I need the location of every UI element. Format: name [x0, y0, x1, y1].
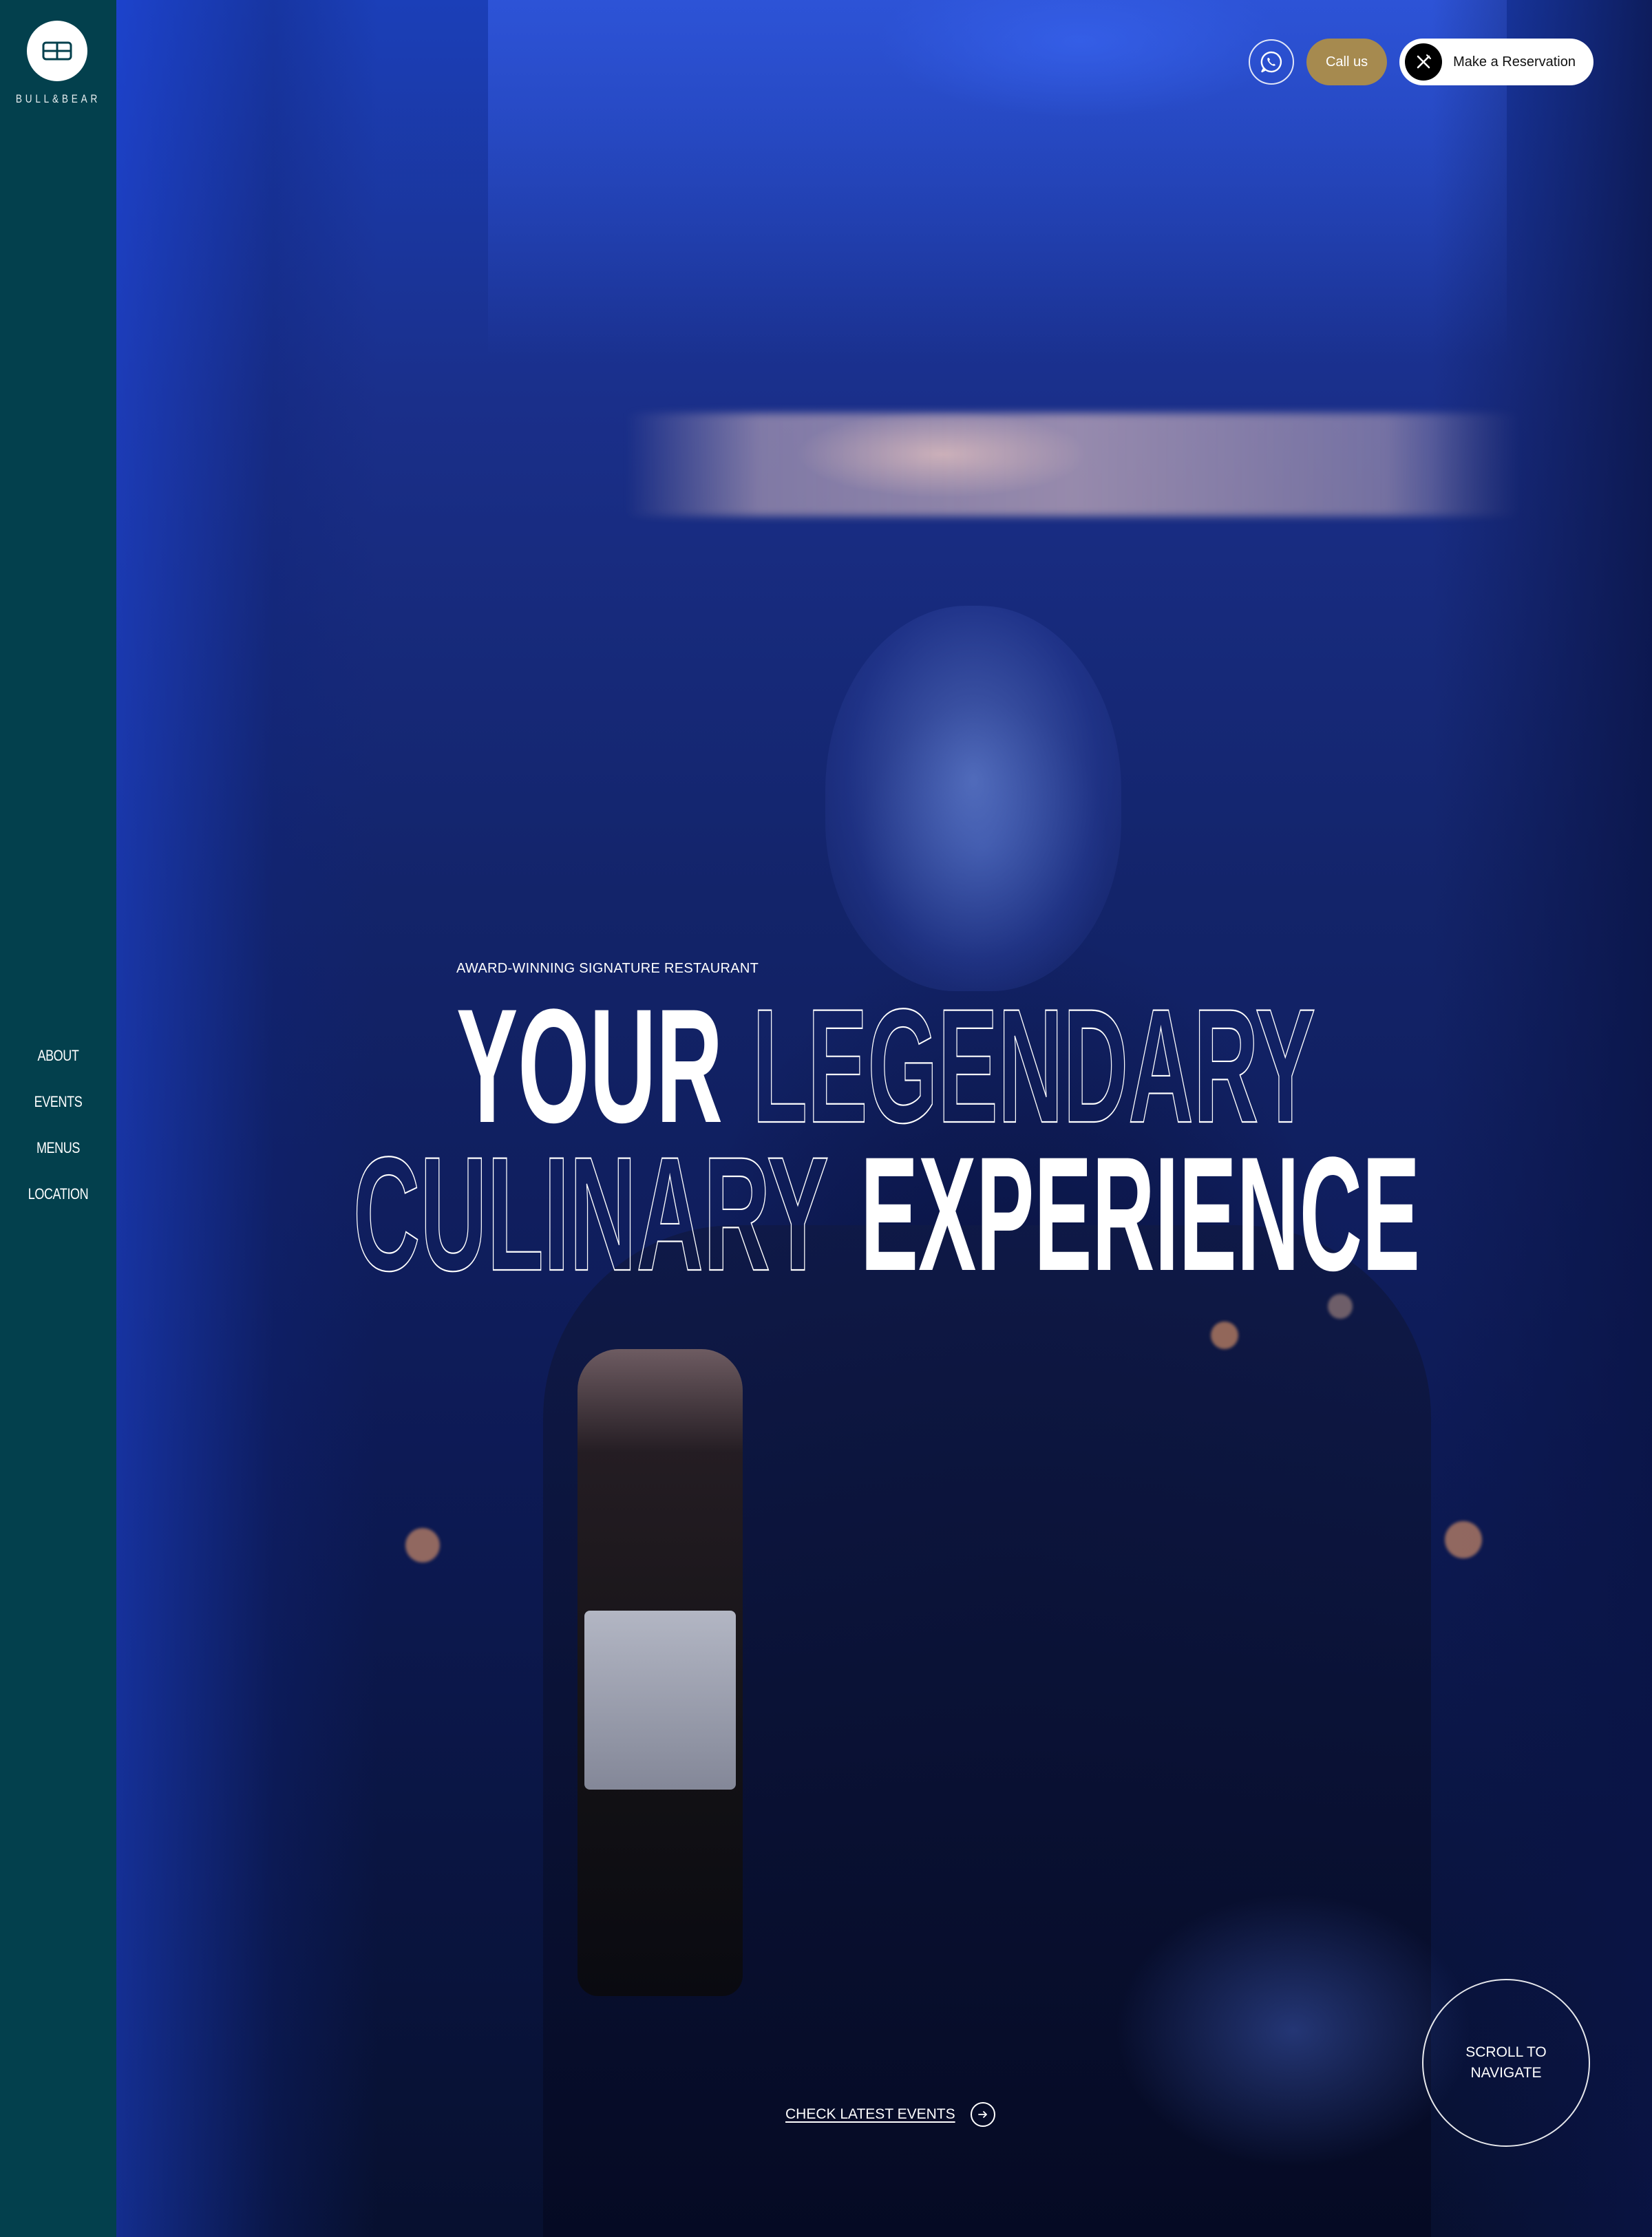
check-latest-events-link[interactable]: CHECK LATEST EVENTS: [785, 2102, 995, 2127]
bb-logo-icon: [42, 41, 72, 61]
events-link-label: CHECK LATEST EVENTS: [785, 2106, 955, 2122]
wine-glasses: [1114, 1893, 1472, 2168]
whatsapp-icon: [1260, 51, 1282, 73]
sidebar-item-about[interactable]: ABOUT: [10, 1032, 106, 1079]
hero-eyebrow: AWARD-WINNING SIGNATURE RESTAURANT: [456, 961, 759, 976]
window-glow: [626, 413, 1521, 516]
hero-background-image: [116, 0, 1652, 2237]
logo-wordmark: BULL&BEAR: [15, 92, 101, 105]
sidebar-item-location[interactable]: LOCATION: [10, 1171, 106, 1217]
whatsapp-button[interactable]: [1248, 39, 1294, 85]
arrow-right-icon: [970, 2102, 995, 2127]
sidebar: BULL&BEAR ABOUT EVENTS MENUS LOCATION: [0, 0, 116, 2237]
scroll-label: SCROLL TO NAVIGATE: [1465, 2044, 1547, 2081]
sidebar-item-menus[interactable]: MENUS: [10, 1125, 106, 1171]
bokeh-light: [1328, 1294, 1353, 1319]
bokeh-light: [1211, 1322, 1238, 1349]
header-actions: Call us Make a Reservation: [1248, 39, 1593, 85]
fork-knife-icon: [1405, 43, 1443, 81]
bokeh-light: [1445, 1521, 1482, 1558]
wine-bottle-label: [584, 1611, 736, 1790]
logo[interactable]: [27, 21, 87, 81]
make-reservation-button[interactable]: Make a Reservation: [1399, 39, 1593, 85]
server-portrait: [825, 606, 1121, 991]
sidebar-nav: ABOUT EVENTS MENUS LOCATION: [0, 1032, 116, 1217]
sidebar-item-events[interactable]: EVENTS: [10, 1079, 106, 1125]
scroll-to-navigate-button[interactable]: SCROLL TO NAVIGATE: [1422, 1979, 1590, 2147]
reservation-label: Make a Reservation: [1453, 54, 1576, 70]
bokeh-light: [405, 1528, 440, 1562]
left-pillar: [116, 0, 378, 2237]
call-us-button[interactable]: Call us: [1306, 39, 1388, 85]
